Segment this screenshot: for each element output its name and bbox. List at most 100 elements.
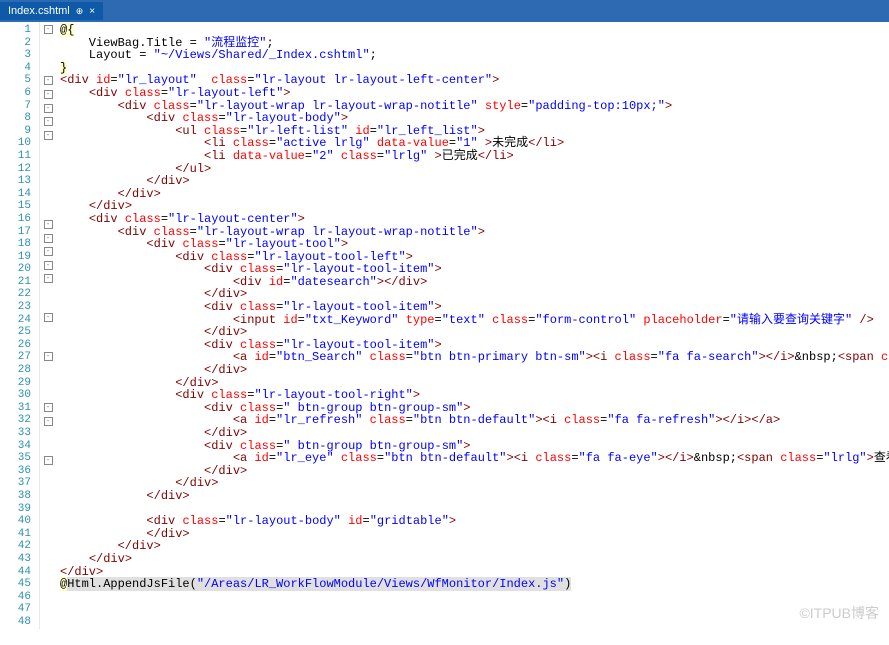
fold-marker[interactable]: - — [40, 456, 56, 469]
close-icon[interactable]: × — [89, 6, 95, 17]
line-number: 4 — [0, 62, 31, 75]
line-number: 46 — [0, 591, 31, 604]
fold-marker — [40, 63, 56, 76]
line-number: 3 — [0, 49, 31, 62]
fold-marker[interactable]: - — [40, 90, 56, 103]
line-number: 29 — [0, 377, 31, 390]
code-line[interactable]: </div> — [60, 175, 889, 188]
fold-marker[interactable]: - — [40, 403, 56, 416]
fold-marker — [40, 619, 56, 632]
fold-marker[interactable]: - — [40, 313, 56, 326]
code-line[interactable]: <div class="lr-layout-tool-right"> — [60, 389, 889, 402]
line-number: 10 — [0, 137, 31, 150]
line-number: 30 — [0, 389, 31, 402]
fold-gutter: ---------------- — [40, 22, 56, 629]
code-line[interactable]: </div> — [60, 188, 889, 201]
pin-icon[interactable]: ⊕ — [76, 6, 84, 17]
line-number: 5 — [0, 74, 31, 87]
fold-marker[interactable]: - — [40, 234, 56, 247]
fold-marker — [40, 632, 56, 645]
fold-marker[interactable]: - — [40, 220, 56, 233]
line-number: 43 — [0, 553, 31, 566]
line-number: 21 — [0, 276, 31, 289]
line-number: 18 — [0, 238, 31, 251]
code-line[interactable]: Layout = "~/Views/Shared/_Index.cshtml"; — [60, 49, 889, 62]
line-number: 41 — [0, 528, 31, 541]
fold-marker[interactable]: - — [40, 76, 56, 89]
code-line[interactable] — [60, 591, 889, 604]
fold-marker[interactable]: - — [40, 131, 56, 144]
line-number: 1 — [0, 24, 31, 37]
fold-marker — [40, 156, 56, 169]
code-line[interactable]: </div> — [60, 326, 889, 339]
fold-marker[interactable]: - — [40, 417, 56, 430]
fold-marker — [40, 442, 56, 455]
fold-marker[interactable]: - — [40, 274, 56, 287]
line-number: 2 — [0, 37, 31, 50]
fold-marker — [40, 481, 56, 494]
fold-marker — [40, 544, 56, 557]
line-number: 42 — [0, 540, 31, 553]
code-line[interactable] — [60, 603, 889, 616]
line-number: 27 — [0, 351, 31, 364]
code-line[interactable]: @{ — [60, 24, 889, 37]
line-number: 37 — [0, 477, 31, 490]
fold-marker — [40, 582, 56, 595]
code-line[interactable]: <div class="lr-layout-tool-item"> — [60, 263, 889, 276]
line-number-gutter: 1234567891011121314151617181920212223242… — [0, 22, 40, 629]
tab-bar: Index.cshtml ⊕ × — [0, 0, 889, 22]
line-number: 12 — [0, 163, 31, 176]
code-line[interactable]: </div> — [60, 490, 889, 503]
code-line[interactable]: @Html.AppendJsFile("/Areas/LR_WorkFlowMo… — [60, 578, 889, 591]
fold-marker[interactable]: - — [40, 104, 56, 117]
line-number: 28 — [0, 364, 31, 377]
line-number: 40 — [0, 515, 31, 528]
code-line[interactable] — [60, 616, 889, 629]
line-number: 35 — [0, 452, 31, 465]
line-number: 45 — [0, 578, 31, 591]
line-number: 6 — [0, 87, 31, 100]
line-number: 22 — [0, 288, 31, 301]
code-area[interactable]: @{ ViewBag.Title = "流程监控"; Layout = "~/V… — [56, 22, 889, 629]
line-number: 17 — [0, 226, 31, 239]
line-number: 23 — [0, 301, 31, 314]
fold-marker — [40, 206, 56, 219]
fold-marker — [40, 607, 56, 620]
fold-marker — [40, 364, 56, 377]
fold-marker — [40, 556, 56, 569]
fold-marker — [40, 429, 56, 442]
tab-title: Index.cshtml — [8, 5, 70, 17]
code-line[interactable]: </div> — [60, 427, 889, 440]
fold-marker — [40, 169, 56, 182]
fold-marker — [40, 569, 56, 582]
line-number: 26 — [0, 339, 31, 352]
code-line[interactable]: </div> — [60, 553, 889, 566]
fold-marker — [40, 326, 56, 339]
fold-marker — [40, 506, 56, 519]
fold-marker — [40, 38, 56, 51]
line-number: 33 — [0, 427, 31, 440]
fold-marker[interactable]: - — [40, 117, 56, 130]
line-number: 31 — [0, 402, 31, 415]
fold-marker[interactable]: - — [40, 247, 56, 260]
fold-marker[interactable]: - — [40, 352, 56, 365]
fold-marker[interactable]: - — [40, 25, 56, 38]
line-number: 16 — [0, 213, 31, 226]
code-line[interactable]: </div> — [60, 540, 889, 553]
fold-marker — [40, 493, 56, 506]
fold-marker — [40, 377, 56, 390]
line-number: 13 — [0, 175, 31, 188]
line-number: 32 — [0, 414, 31, 427]
line-number: 14 — [0, 188, 31, 201]
line-number: 36 — [0, 465, 31, 478]
line-number: 19 — [0, 251, 31, 264]
code-line[interactable]: <a id="lr_eye" class="btn btn-default"><… — [60, 452, 889, 465]
fold-marker — [40, 194, 56, 207]
file-tab[interactable]: Index.cshtml ⊕ × — [0, 2, 103, 20]
line-number: 25 — [0, 326, 31, 339]
fold-marker — [40, 519, 56, 532]
code-line[interactable]: </div> — [60, 528, 889, 541]
line-number: 44 — [0, 566, 31, 579]
fold-marker[interactable]: - — [40, 261, 56, 274]
fold-marker — [40, 594, 56, 607]
